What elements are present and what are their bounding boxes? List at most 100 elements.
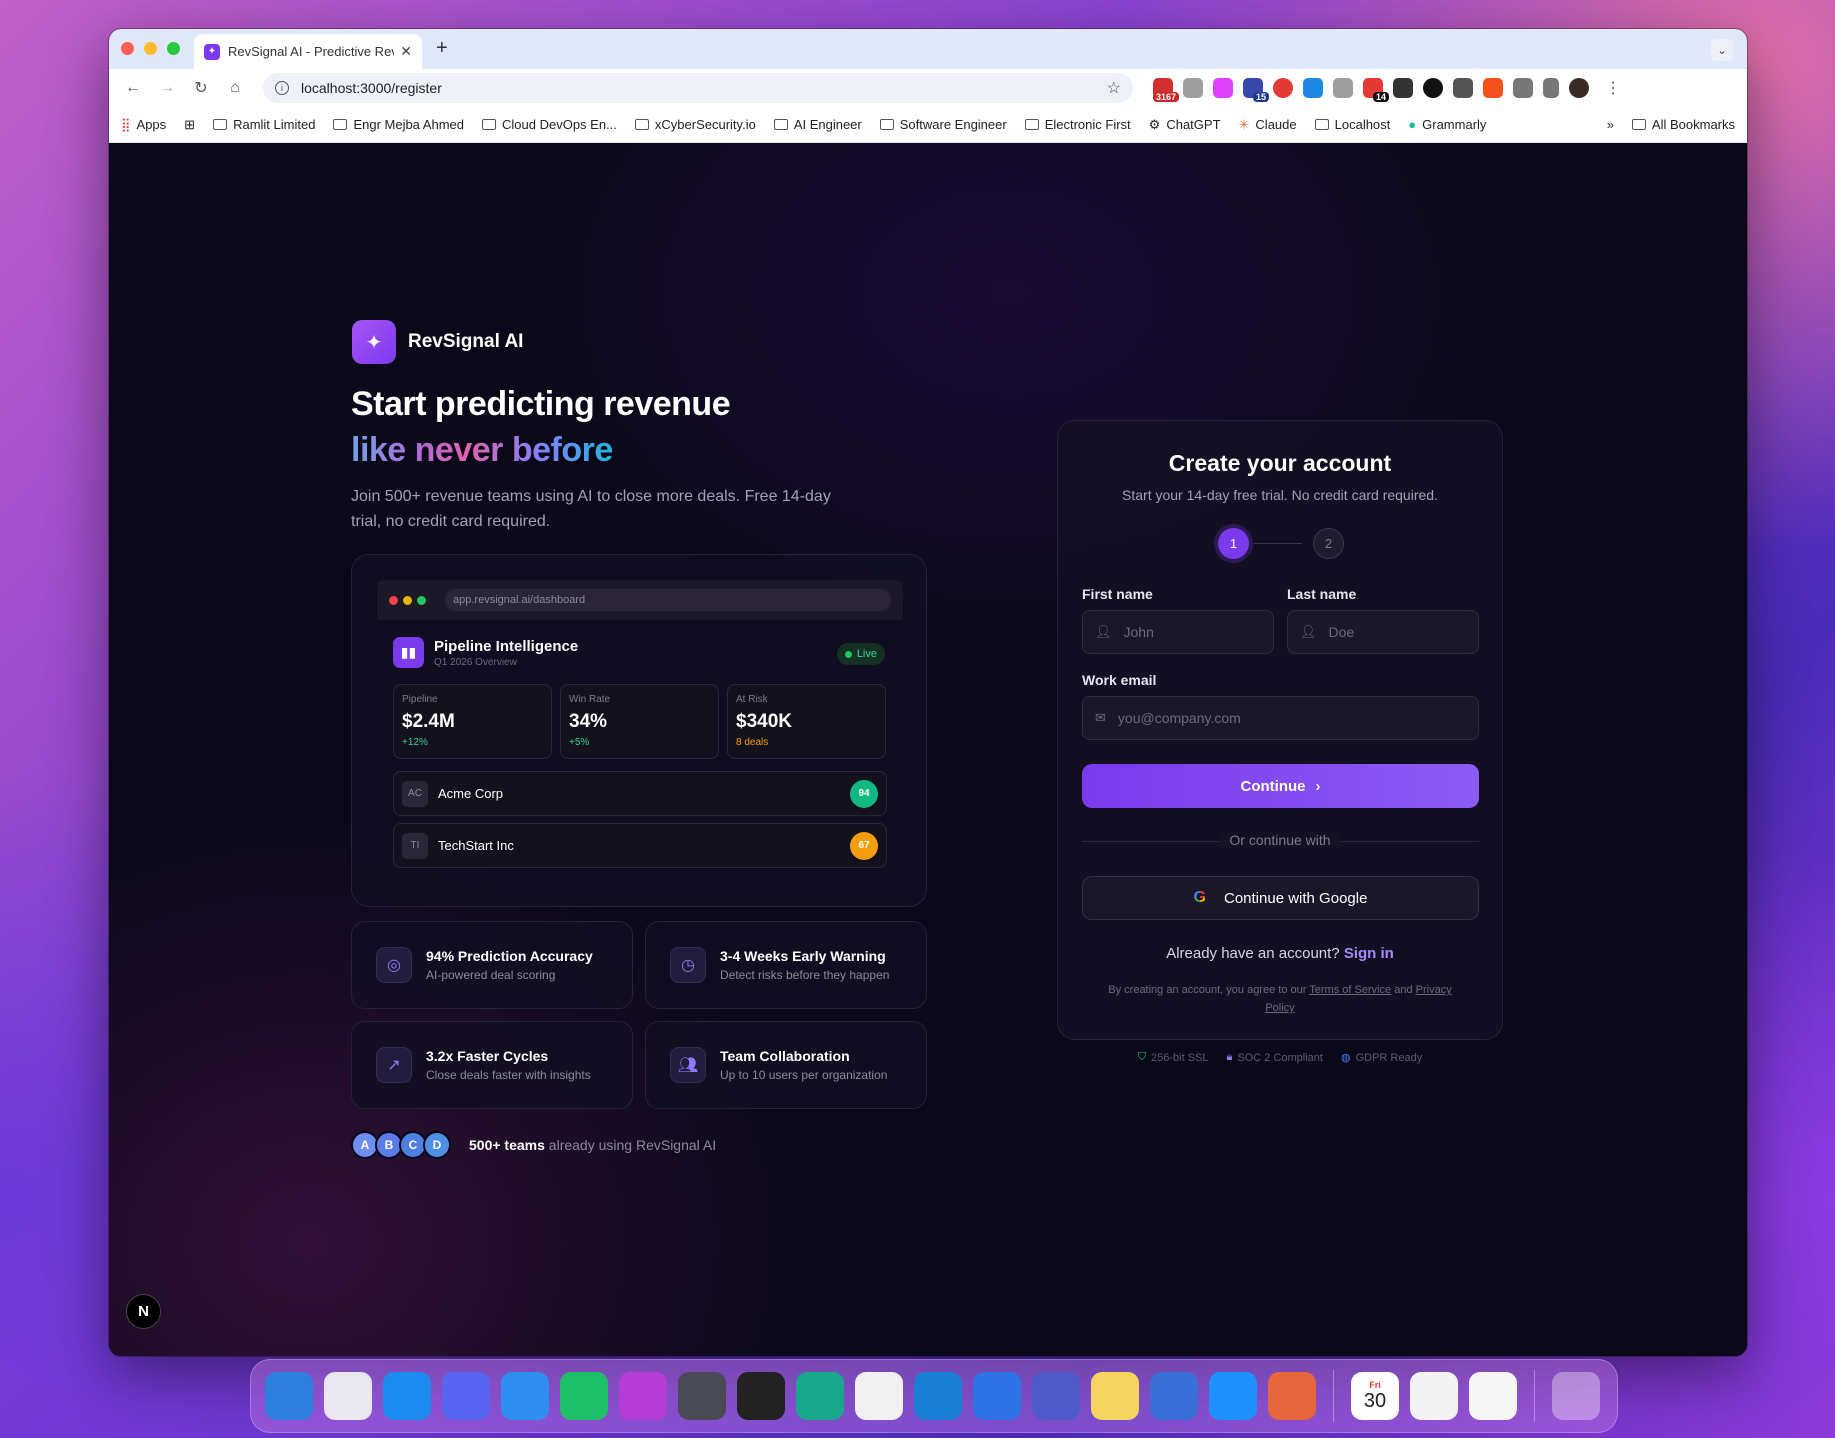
legal-text: By creating an account, you agree to our… bbox=[1108, 981, 1452, 1017]
site-info-icon[interactable]: i bbox=[275, 81, 289, 95]
bookmark-item[interactable]: Cloud DevOps En... bbox=[482, 117, 617, 132]
openai-extension-icon[interactable] bbox=[1423, 78, 1443, 98]
dock-app-simulator-icon[interactable] bbox=[1150, 1372, 1198, 1420]
trending-up-icon: ↗ bbox=[376, 1047, 412, 1083]
dock-app-xcode-icon[interactable] bbox=[678, 1372, 726, 1420]
bookmark-item[interactable]: Software Engineer bbox=[879, 117, 1007, 132]
bookmark-item[interactable]: Engr Mejba Ahmed bbox=[333, 117, 464, 132]
form-title: Create your account bbox=[1168, 450, 1392, 476]
stat-change: 8 deals bbox=[736, 737, 769, 748]
bookmark-item[interactable]: Electronic First bbox=[1024, 117, 1131, 132]
dock-separator bbox=[1534, 1370, 1535, 1422]
code-extension-icon[interactable] bbox=[1333, 78, 1353, 98]
dock-slack-icon[interactable] bbox=[1410, 1372, 1458, 1420]
claude-extension-icon[interactable] bbox=[1483, 78, 1503, 98]
bookmark-item[interactable]: AI Engineer bbox=[773, 117, 862, 132]
terms-link[interactable]: Terms of Service bbox=[1309, 984, 1391, 996]
dock-app-finder-icon[interactable] bbox=[265, 1372, 313, 1420]
dock-calendar-icon[interactable]: Fri 30 bbox=[1351, 1372, 1399, 1420]
bookmark-label: ChatGPT bbox=[1166, 117, 1221, 132]
dock-app-safari-icon[interactable] bbox=[501, 1372, 549, 1420]
bookmark-item[interactable]: ✳ Claude bbox=[1239, 117, 1297, 133]
puzzle-extensions-icon[interactable] bbox=[1513, 78, 1533, 98]
zoom-window-button[interactable] bbox=[167, 42, 180, 55]
feature-card: ◷ 3-4 Weeks Early Warning Detect risks bef… bbox=[645, 921, 927, 1009]
step-connector bbox=[1254, 543, 1302, 544]
dock-app-phpstorm-icon[interactable] bbox=[619, 1372, 667, 1420]
browser-tab-active[interactable]: ✦ RevSignal AI - Predictive Reve ✕ bbox=[194, 34, 422, 69]
screen-share-extension-icon[interactable] bbox=[1213, 78, 1233, 98]
forward-arrow-icon[interactable]: → bbox=[153, 74, 181, 102]
dock-app-claude-icon[interactable] bbox=[1268, 1372, 1316, 1420]
pen-extension-icon[interactable] bbox=[1453, 78, 1473, 98]
reload-icon[interactable]: ↻ bbox=[187, 74, 215, 102]
bookmark-item[interactable]: Ramlit Limited bbox=[213, 117, 315, 132]
bookmark-item[interactable]: xCyberSecurity.io bbox=[634, 117, 756, 132]
gmail-extension-icon[interactable]: 3167 bbox=[1152, 78, 1179, 102]
minimize-window-button[interactable] bbox=[144, 42, 157, 55]
home-icon[interactable]: ⌂ bbox=[221, 74, 249, 102]
trust-badge: 🔒︎ SOC 2 Compliant bbox=[1227, 1051, 1323, 1064]
dashboard-preview: app.revsignal.ai/dashboard ▮▮ Pipeline I… bbox=[351, 554, 927, 907]
bookmark-label: Localhost bbox=[1334, 117, 1391, 132]
first-name-placeholder: John bbox=[1123, 624, 1154, 640]
first-name-input[interactable]: 👤︎ John bbox=[1082, 610, 1274, 654]
bookmark-item[interactable]: Localhost bbox=[1314, 117, 1391, 132]
profile-avatar[interactable] bbox=[1569, 78, 1589, 98]
google-signin-button[interactable]: G Continue with Google bbox=[1082, 876, 1479, 920]
graduation-extension-icon[interactable]: 15 bbox=[1243, 78, 1269, 102]
tab-groups-icon[interactable]: ⊞ bbox=[184, 117, 195, 133]
opera-extension-icon[interactable] bbox=[1273, 78, 1293, 98]
bookmarks-overflow-icon[interactable]: » bbox=[1607, 117, 1614, 132]
feature-card: 👥︎ Team Collaboration Up to 10 users per o… bbox=[645, 1021, 927, 1109]
dock-vpn-icon[interactable] bbox=[1469, 1372, 1517, 1420]
dock-app-datagrip-icon[interactable] bbox=[796, 1372, 844, 1420]
dock-app-instruments-icon[interactable] bbox=[973, 1372, 1021, 1420]
tab-search-chevron-icon[interactable]: ⌄ bbox=[1711, 39, 1733, 61]
dock-app-vs-code-icon[interactable] bbox=[914, 1372, 962, 1420]
bookmark-item[interactable]: ⚙ ChatGPT bbox=[1149, 117, 1221, 133]
step-1-indicator: 1 bbox=[1218, 528, 1249, 559]
dock-app-launchpad-icon[interactable] bbox=[324, 1372, 372, 1420]
dock-app-notes-icon[interactable] bbox=[1091, 1372, 1139, 1420]
last-name-input[interactable]: 👤︎ Doe bbox=[1287, 610, 1479, 654]
dock-app-pycharm-icon[interactable] bbox=[560, 1372, 608, 1420]
legal-prefix: By creating an account, you agree to our bbox=[1108, 984, 1307, 996]
camera-extension-icon[interactable] bbox=[1183, 78, 1203, 98]
work-email-input[interactable]: ✉ you@company.com bbox=[1082, 696, 1479, 740]
back-arrow-icon[interactable]: ← bbox=[119, 74, 147, 102]
continue-button[interactable]: Continue › bbox=[1082, 764, 1479, 808]
bookmark-star-icon[interactable]: ☆ bbox=[1107, 78, 1121, 98]
google-icon: G bbox=[1193, 889, 1206, 906]
browser-menu-icon[interactable]: ⋮ bbox=[1599, 74, 1627, 102]
stat-label: Pipeline bbox=[402, 694, 438, 705]
dock-app-cursor-icon[interactable] bbox=[737, 1372, 785, 1420]
tag-extension-icon[interactable] bbox=[1303, 78, 1323, 98]
wrench-extension-icon[interactable] bbox=[1393, 78, 1413, 98]
trust-label: GDPR Ready bbox=[1355, 1051, 1423, 1064]
new-tab-button[interactable]: + bbox=[436, 37, 448, 60]
dock-trash-icon[interactable] bbox=[1552, 1372, 1600, 1420]
bookmark-label: xCyberSecurity.io bbox=[654, 117, 756, 132]
dock-app-app-store-icon[interactable] bbox=[383, 1372, 431, 1420]
feature-text: 3.2x Faster Cycles Close deals faster wit… bbox=[426, 1048, 591, 1082]
bookmark-item[interactable]: ● Grammarly bbox=[1408, 117, 1486, 132]
form-subtitle: Start your 14-day free trial. No credit … bbox=[1122, 487, 1438, 503]
dock-app-teams-icon[interactable] bbox=[1032, 1372, 1080, 1420]
dock-app-quicktime-icon[interactable] bbox=[1209, 1372, 1257, 1420]
signin-link[interactable]: Sign in bbox=[1344, 945, 1394, 962]
all-bookmarks[interactable]: All Bookmarks bbox=[1631, 117, 1735, 132]
address-bar[interactable]: i localhost:3000/register ☆ bbox=[263, 73, 1133, 103]
tab-close-icon[interactable]: ✕ bbox=[400, 43, 412, 60]
dock-app-chrome-icon[interactable] bbox=[855, 1372, 903, 1420]
nextjs-dev-badge[interactable]: N bbox=[126, 1294, 161, 1329]
register-page: ✦ RevSignal AI Start predicting revenue … bbox=[109, 143, 1747, 1356]
dock-app-discord-icon[interactable] bbox=[442, 1372, 490, 1420]
bookmark-item[interactable]: ⣿ Apps bbox=[121, 117, 166, 133]
mail-icon: ✉ bbox=[1095, 710, 1106, 725]
hero-subtext: Join 500+ revenue teams using AI to clos… bbox=[351, 488, 831, 530]
close-window-button[interactable] bbox=[121, 42, 134, 55]
media-queue-icon[interactable] bbox=[1543, 78, 1559, 98]
red-extension-icon[interactable]: 14 bbox=[1363, 78, 1389, 102]
brand: ✦ RevSignal AI bbox=[352, 320, 523, 364]
